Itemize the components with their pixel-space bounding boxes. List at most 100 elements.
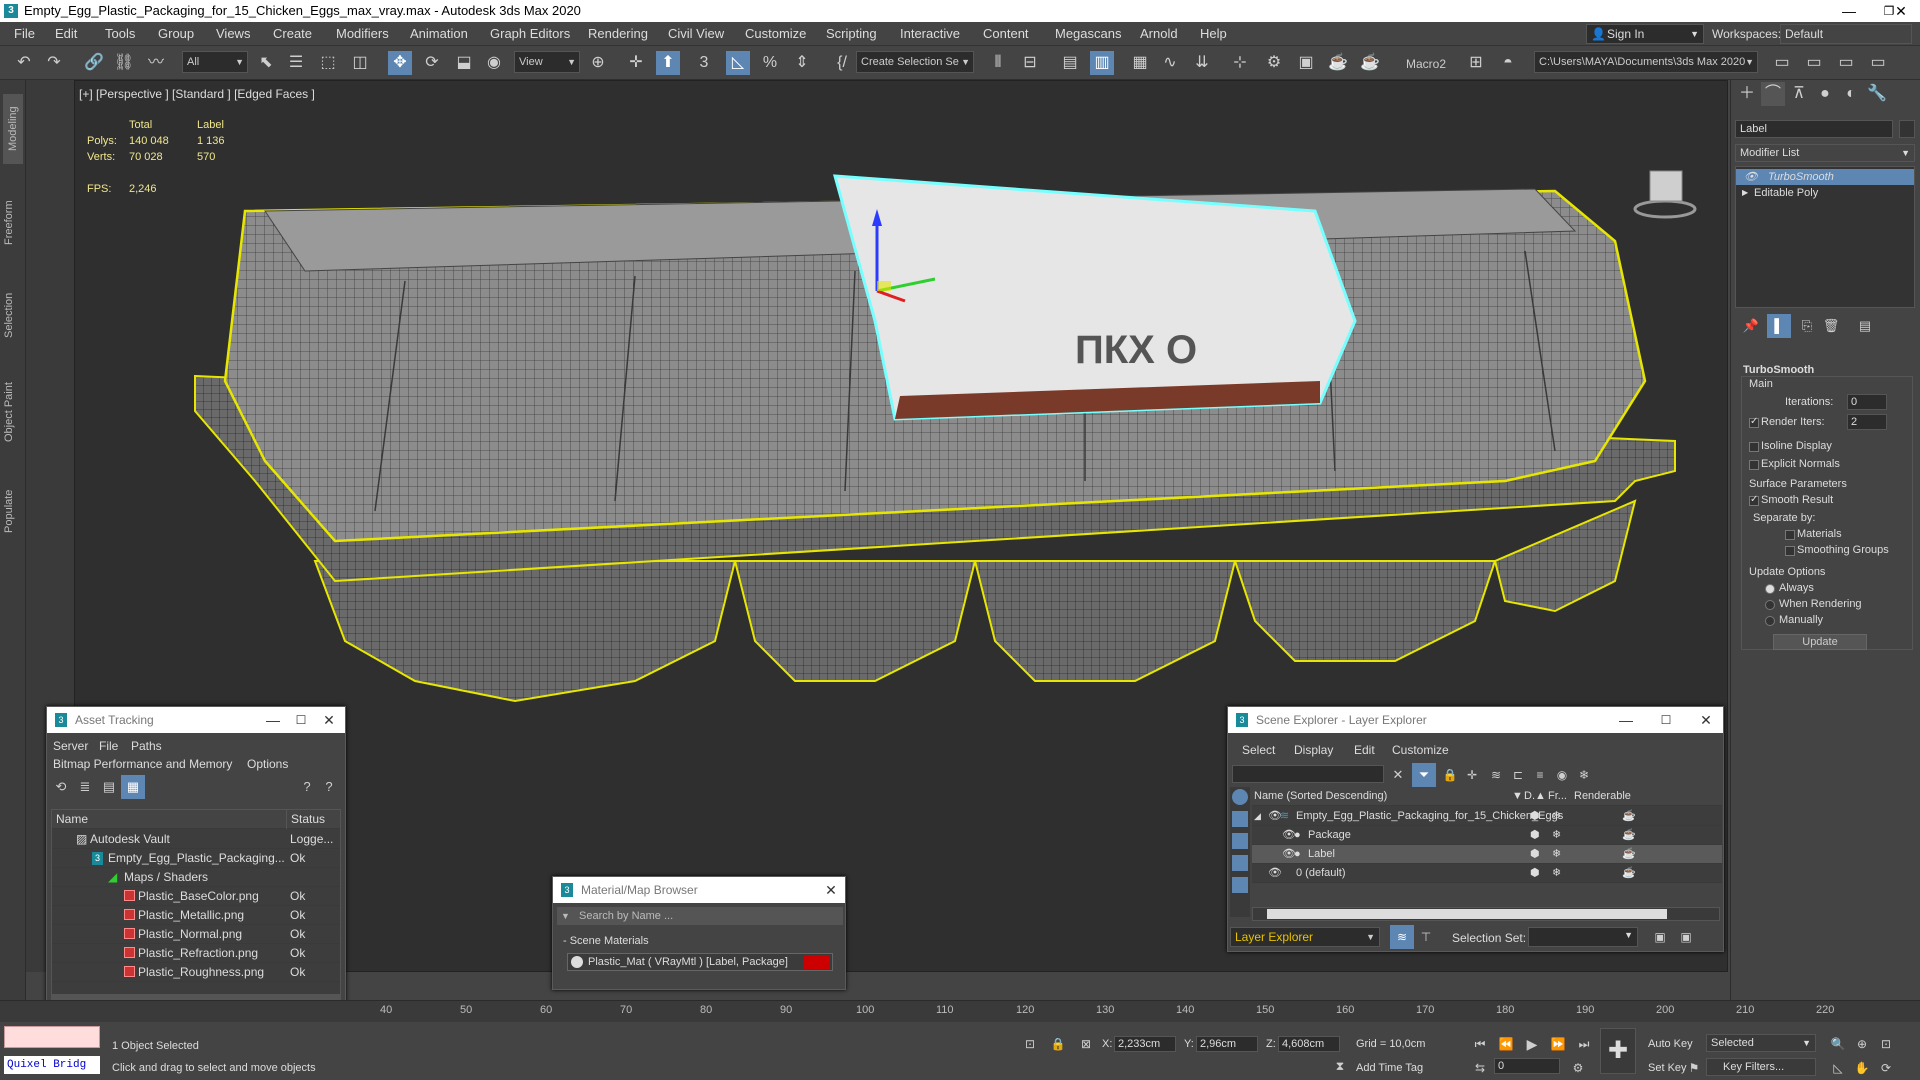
select-move-icon[interactable]: ✥ bbox=[388, 51, 412, 75]
display-objects-icon[interactable] bbox=[1232, 789, 1248, 805]
bind-spacewarp-icon[interactable]: 〰 bbox=[144, 51, 168, 75]
scene-explorer-icon[interactable]: ▤ bbox=[1058, 51, 1082, 75]
view-cube[interactable] bbox=[1633, 170, 1697, 219]
menu-file[interactable]: File bbox=[14, 22, 35, 46]
goto-start-icon[interactable]: ⏮ bbox=[1468, 1032, 1492, 1056]
modifier-list-dropdown[interactable]: Modifier List ▼ bbox=[1735, 144, 1915, 162]
box-icon[interactable]: ⬢ bbox=[1530, 826, 1540, 845]
lock-icon[interactable]: 🔒 bbox=[1438, 763, 1462, 787]
manipulate-icon[interactable]: ✛ bbox=[624, 51, 648, 75]
asset-row[interactable]: Plastic_Roughness.png Ok bbox=[52, 963, 340, 982]
menu-customize[interactable]: Customize bbox=[745, 22, 806, 46]
key-filter-icon[interactable]: ⚑ bbox=[1682, 1056, 1706, 1080]
current-frame-field[interactable]: 0 bbox=[1494, 1058, 1560, 1074]
smooth-result-checkbox[interactable] bbox=[1749, 494, 1759, 506]
display-helpers-icon[interactable] bbox=[1232, 877, 1248, 893]
time-config-icon[interactable]: ⚙ bbox=[1566, 1056, 1590, 1080]
collapse-arrow-icon[interactable]: ◢ bbox=[1254, 807, 1261, 826]
utilities-tab-icon[interactable]: 🔧 bbox=[1865, 82, 1889, 106]
col-status[interactable]: Status bbox=[286, 810, 325, 829]
maximize-button[interactable]: ☐ bbox=[287, 707, 315, 733]
refresh-icon[interactable]: ⟲ bbox=[49, 775, 73, 799]
layers-icon[interactable]: ≡ bbox=[1528, 763, 1552, 787]
show-end-result-icon[interactable]: ▌ bbox=[1767, 314, 1791, 338]
material-browser-titlebar[interactable]: 3 Material/Map Browser bbox=[553, 877, 845, 903]
menu-edit[interactable]: Edit bbox=[1354, 743, 1375, 757]
close-button[interactable]: ✕ bbox=[315, 707, 343, 733]
create-tab-icon[interactable]: ＋ bbox=[1735, 82, 1759, 106]
arnold-icon[interactable]: ◓ bbox=[1496, 51, 1520, 75]
expand-arrow-icon[interactable]: ▶ bbox=[1742, 185, 1748, 201]
menu-modifiers[interactable]: Modifiers bbox=[336, 22, 389, 46]
stack-item-turbosmooth[interactable]: TurboSmooth 👁 bbox=[1736, 169, 1914, 185]
teapot-icon[interactable]: ☕ bbox=[1622, 864, 1636, 883]
close-button[interactable]: ✕ bbox=[1692, 707, 1720, 733]
tab-modeling[interactable]: Modeling bbox=[3, 94, 23, 164]
create-selection-set-dropdown[interactable]: Create Selection Se ▼ bbox=[856, 51, 974, 73]
pivot-center-icon[interactable]: ⊕ bbox=[586, 51, 610, 75]
menu-create[interactable]: Create bbox=[273, 22, 312, 46]
maximize-button[interactable]: ☐ bbox=[1652, 707, 1680, 733]
menu-interactive[interactable]: Interactive bbox=[900, 22, 960, 46]
new-layer-icon[interactable]: ✛ bbox=[1460, 763, 1484, 787]
tab-object-paint[interactable]: Object Paint bbox=[3, 362, 23, 462]
asset-row[interactable]: Plastic_BaseColor.png Ok bbox=[52, 887, 340, 906]
object-name-field[interactable]: Label bbox=[1735, 120, 1893, 138]
table-icon[interactable]: ▤ bbox=[97, 775, 121, 799]
selection-lock-icon[interactable]: 🔒 bbox=[1046, 1032, 1070, 1056]
menu-arnold[interactable]: Arnold bbox=[1140, 22, 1178, 46]
quixel-bridge-field[interactable]: Quixel Bridg bbox=[4, 1056, 100, 1074]
motion-tab-icon[interactable]: ● bbox=[1813, 82, 1837, 106]
teapot-icon[interactable]: ☕ bbox=[1622, 826, 1636, 845]
ref-coord-dropdown[interactable]: View ▼ bbox=[514, 51, 580, 73]
menu-views[interactable]: Views bbox=[216, 22, 250, 46]
sign-in-dropdown[interactable]: 👤 Sign In ▼ bbox=[1586, 24, 1704, 44]
selection-filter-dropdown[interactable]: All ▼ bbox=[182, 51, 248, 73]
named-selection-icon[interactable]: {/ bbox=[830, 51, 854, 75]
col-name[interactable]: Name (Sorted Descending) bbox=[1254, 787, 1387, 806]
select-rotate-icon[interactable]: ⟳ bbox=[420, 51, 444, 75]
filter-icon[interactable]: ⏷ bbox=[1412, 763, 1436, 787]
selection-set-dropdown[interactable]: ▼ bbox=[1528, 927, 1638, 947]
render-production-icon[interactable]: ☕ bbox=[1326, 51, 1350, 75]
close-button[interactable]: ✕ bbox=[1878, 0, 1920, 22]
ribbon-icon[interactable]: ▦ bbox=[1128, 51, 1152, 75]
key-mode-icon[interactable]: ⇆ bbox=[1468, 1056, 1492, 1080]
horizontal-scrollbar[interactable] bbox=[1252, 907, 1720, 921]
key-set-dropdown[interactable]: Selected ▼ bbox=[1706, 1034, 1816, 1052]
menu-graph-editors[interactable]: Graph Editors bbox=[490, 22, 570, 46]
percent-snap-icon[interactable]: % bbox=[758, 51, 782, 75]
rect-selection-icon[interactable]: ⬚ bbox=[316, 51, 340, 75]
layer-explorer-icon[interactable]: ▥ bbox=[1090, 51, 1114, 75]
workspace-dropdown[interactable]: Default bbox=[1780, 24, 1912, 44]
help-icon[interactable]: ? bbox=[295, 775, 319, 799]
absolute-mode-icon[interactable]: ⊠ bbox=[1074, 1032, 1098, 1056]
project-icon-4[interactable]: ▭ bbox=[1866, 51, 1890, 75]
zoom-extents-icon[interactable]: ⊡ bbox=[1874, 1032, 1898, 1056]
menu-bitmap-performance[interactable]: Bitmap Performance and Memory bbox=[53, 757, 232, 771]
menu-help[interactable]: Help bbox=[1200, 22, 1227, 46]
object-color-swatch[interactable] bbox=[1899, 120, 1915, 138]
teapot-icon[interactable]: ☕ bbox=[1622, 845, 1636, 864]
eye-icon[interactable]: 👁 bbox=[1744, 169, 1758, 185]
z-coordinate-field[interactable]: 4,608cm bbox=[1278, 1036, 1340, 1052]
freeze-icon[interactable]: ❄ bbox=[1552, 807, 1561, 826]
freeze-icon[interactable]: ❄ bbox=[1552, 864, 1561, 883]
menu-rendering[interactable]: Rendering bbox=[588, 22, 648, 46]
render-iters-checkbox[interactable] bbox=[1749, 416, 1759, 428]
display-geometry-icon[interactable] bbox=[1232, 811, 1248, 827]
freeze-icon[interactable]: ❄ bbox=[1552, 845, 1561, 864]
play-icon[interactable]: ▶ bbox=[1520, 1032, 1544, 1056]
dope-sheet-icon[interactable]: ⇊ bbox=[1190, 51, 1214, 75]
asset-row[interactable]: Plastic_Metallic.png Ok bbox=[52, 906, 340, 925]
freeze-icon[interactable]: ❄ bbox=[1572, 763, 1596, 787]
menu-scripting[interactable]: Scripting bbox=[826, 22, 877, 46]
project-icon-2[interactable]: ▭ bbox=[1802, 51, 1826, 75]
menu-tools[interactable]: Tools bbox=[105, 22, 135, 46]
eye-icon[interactable]: 👁 bbox=[1268, 864, 1282, 883]
set-key-label[interactable]: Set Key bbox=[1648, 1062, 1687, 1074]
display-tab-icon[interactable]: ◐ bbox=[1839, 82, 1863, 106]
macro-label[interactable]: Macro2 bbox=[1406, 57, 1446, 71]
menu-paths[interactable]: Paths bbox=[131, 739, 162, 753]
menu-file[interactable]: File bbox=[99, 739, 118, 753]
